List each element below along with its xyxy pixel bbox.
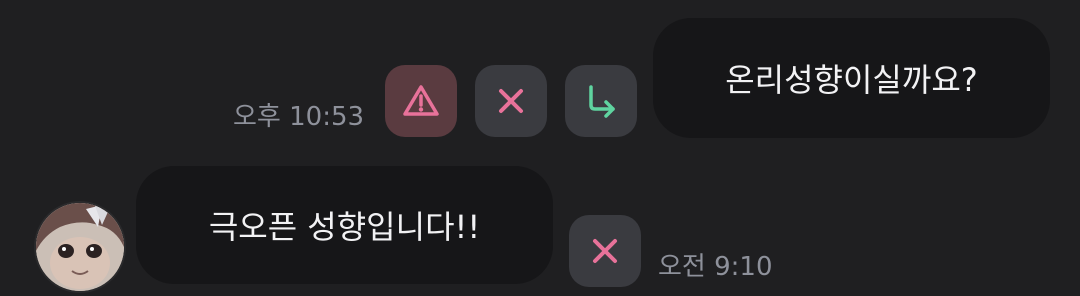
outgoing-message-time: 오후 10:53 [233, 102, 365, 132]
outgoing-message-bubble[interactable]: 온리성향이실까요? [653, 18, 1050, 138]
incoming-message-time: 오전 9:10 [658, 252, 773, 282]
avatar[interactable] [36, 203, 124, 291]
incoming-message-bubble[interactable]: 극오픈 성향입니다!! [136, 166, 553, 284]
cancel-button[interactable] [569, 215, 641, 287]
avatar-image [36, 203, 124, 291]
outgoing-message-text: 온리성향이실까요? [725, 61, 978, 99]
report-button[interactable] [385, 65, 457, 137]
warning-icon [403, 85, 439, 116]
cancel-send-button[interactable] [475, 65, 547, 137]
incoming-message-text: 극오픈 성향입니다!! [208, 208, 481, 246]
close-icon [499, 89, 523, 113]
close-icon [593, 239, 617, 263]
reply-arrow-icon [589, 85, 615, 118]
resend-button[interactable] [565, 65, 637, 137]
